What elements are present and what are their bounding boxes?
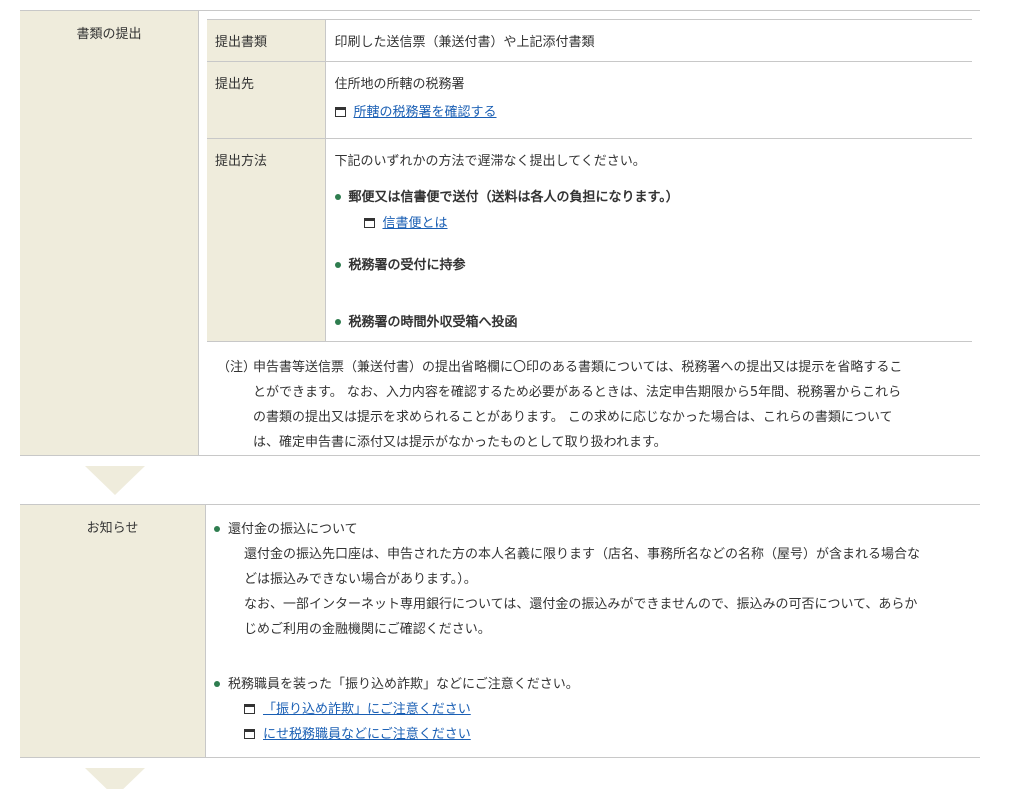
method-option-text: 税務署の受付に持参 [348,258,466,273]
notice-item-title: 税務職員を装った「振り込め詐欺」などにご注意ください。 [228,677,579,692]
new-window-icon [244,729,255,739]
method-option: 税務署の受付に持参 [334,254,964,273]
notice-link-row: にせ税務職員などにご注意ください [214,722,972,747]
method-option: 税務署の時間外収受箱へ投函 [334,311,964,330]
submission-table: 提出書類 印刷した送信票（兼送付書）や上記添付書類 提出先 住所地の所轄の税務署… [207,19,972,342]
method-label: 提出方法 [207,138,326,342]
notice-line: じめご利用の金融機関にご確認ください。 [244,622,491,637]
submission-body: 提出書類 印刷した送信票（兼送付書）や上記添付書類 提出先 住所地の所轄の税務署… [199,11,980,455]
new-window-icon [244,704,255,714]
method-option: 郵便又は信書便で送付（送料は各人の負担になります。） [334,186,964,205]
notice-line: なお、一部インターネット専用銀行については、還付金の振込みができませんので、振込… [244,597,918,612]
destination-label: 提出先 [207,61,326,139]
table-row: 提出先 住所地の所轄の税務署 所轄の税務署を確認する [207,61,972,139]
notice-item: 税務職員を装った「振り込め詐欺」などにご注意ください。 「振り込め詐欺」にご注意… [214,672,972,747]
method-option-text: 郵便又は信書便で送付（送料は各人の負担になります。） [348,190,679,205]
bullet-icon [334,318,341,325]
notice-line: どは振込みできない場合があります。）。 [244,572,477,587]
shinshobin-link[interactable]: 信書便とは [383,216,448,231]
office-check-link[interactable]: 所轄の税務署を確認する [354,105,497,120]
method-intro: 下記のいずれかの方法で遅滞なく提出してください。 [334,154,646,169]
note-line: とができます。 なお、入力内容を確認するため必要があるときは、法定申告期限から5… [253,385,902,400]
documents-label: 提出書類 [207,19,326,62]
table-row: 提出方法 下記のいずれかの方法で遅滞なく提出してください。 郵便又は信書便で送付… [207,138,972,342]
bullet-icon [334,261,341,268]
notice-item-title-row: 税務職員を装った「振り込め詐欺」などにご注意ください。 [214,672,972,697]
table-row: 提出書類 印刷した送信票（兼送付書）や上記添付書類 [207,19,972,62]
submission-heading: 書類の提出 [20,11,199,455]
method-option-text: 税務署の時間外収受箱へ投函 [348,315,518,330]
notice-item: 還付金の振込について 還付金の振込先口座は、申告された方の本人名義に限ります（店… [214,517,972,642]
destination-cell: 住所地の所轄の税務署 所轄の税務署を確認する [325,61,972,139]
method-cell: 下記のいずれかの方法で遅滞なく提出してください。 郵便又は信書便で送付（送料は各… [325,138,972,342]
notice-item-text: 還付金の振込先口座は、申告された方の本人名義に限ります（店名、事務所名などの名称… [214,542,972,642]
notice-heading: お知らせ [20,505,206,757]
new-window-icon [334,107,346,117]
fake-officer-link[interactable]: にせ税務職員などにご注意ください [263,727,471,742]
new-window-icon [363,218,375,228]
submission-note: （注） 申告書等送信票（兼送付書）の提出省略欄に〇印のある書類については、税務署… [207,342,972,455]
note-line: の書類の提出又は提示を求められることがあります。 この求めに応じなかった場合は、… [253,410,893,425]
note-line: 申告書等送信票（兼送付書）の提出省略欄に〇印のある書類については、税務署への提出… [253,360,903,375]
shinshobin-link-row: 信書便とは [335,212,964,231]
documents-value: 印刷した送信票（兼送付書）や上記添付書類 [325,19,972,62]
office-link-row: 所轄の税務署を確認する [334,101,964,120]
bullet-icon [214,525,220,532]
submission-section: 書類の提出 提出書類 印刷した送信票（兼送付書）や上記添付書類 提出先 住所地の… [20,10,980,456]
notice-body: 還付金の振込について 還付金の振込先口座は、申告された方の本人名義に限ります（店… [206,505,980,757]
note-mark: （注） [217,360,257,375]
flow-arrow-icon [85,768,145,789]
notice-link-row: 「振り込め詐欺」にご注意ください [214,697,972,722]
note-line: は、確定申告書に添付又は提示がなかったものとして取り扱われます。 [253,435,667,450]
flow-arrow-icon [85,466,145,495]
notice-item-title-row: 還付金の振込について [214,517,972,542]
destination-value: 住所地の所轄の税務署 [334,77,465,92]
notice-line: 還付金の振込先口座は、申告された方の本人名義に限ります（店名、事務所名などの名称… [244,547,921,562]
notice-item-title: 還付金の振込について [228,522,358,537]
fraud-warning-link[interactable]: 「振り込め詐欺」にご注意ください [263,702,471,717]
bullet-icon [334,193,341,200]
notice-section: お知らせ 還付金の振込について 還付金の振込先口座は、申告された方の本人名義に限… [20,504,980,758]
note-text: 申告書等送信票（兼送付書）の提出省略欄に〇印のある書類については、税務署への提出… [253,355,953,455]
bullet-icon [214,680,220,687]
